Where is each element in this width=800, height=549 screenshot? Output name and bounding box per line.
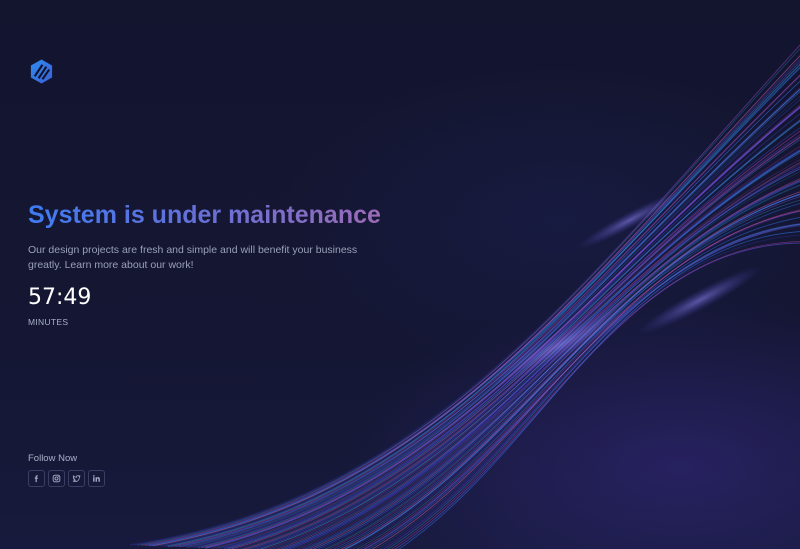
instagram-icon (52, 474, 61, 483)
maintenance-section: System is under maintenance Our design p… (28, 199, 448, 327)
social-links (28, 470, 105, 487)
countdown-label: MINUTES (28, 317, 69, 327)
description-text: Our design projects are fresh and simple… (28, 244, 358, 271)
linkedin-link[interactable] (88, 470, 105, 487)
twitter-icon (72, 475, 81, 483)
twitter-link[interactable] (68, 470, 85, 487)
follow-label: Follow Now (28, 453, 78, 464)
instagram-link[interactable] (48, 470, 65, 487)
hexagon-logo-icon[interactable] (28, 58, 55, 85)
countdown-value: 57:49 (28, 285, 92, 310)
facebook-link[interactable] (28, 470, 45, 487)
page-title: System is under maintenance (28, 199, 448, 231)
linkedin-icon (93, 475, 100, 482)
facebook-icon (34, 475, 38, 483)
